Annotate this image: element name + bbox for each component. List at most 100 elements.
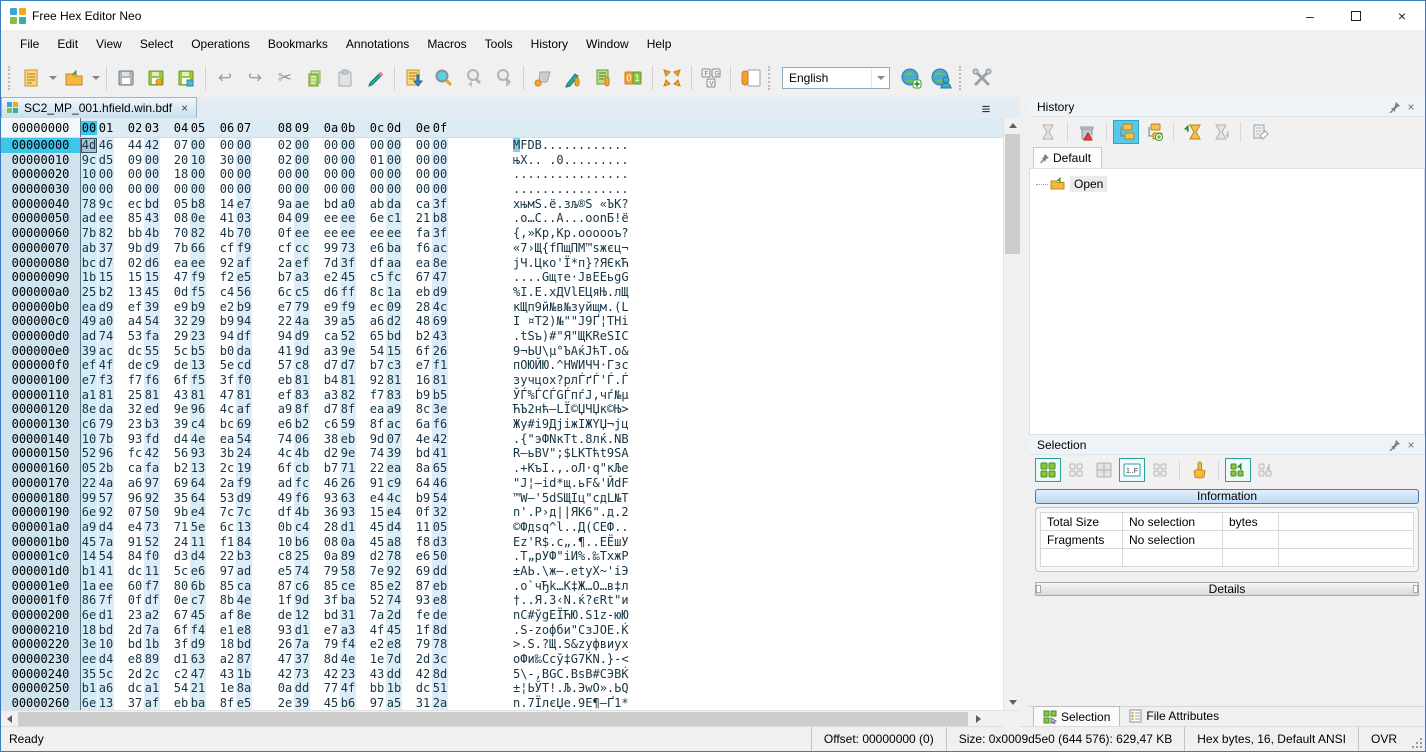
hex-byte[interactable]: 19 (236, 461, 252, 476)
status-format[interactable]: Hex bytes, 16, Default ANSI (1184, 727, 1358, 751)
hex-byte[interactable]: 81 (386, 373, 402, 388)
hex-byte[interactable]: e7 (323, 623, 339, 638)
hex-byte[interactable]: 4c (386, 490, 402, 506)
hex-byte[interactable]: 4c (219, 402, 235, 417)
hex-byte[interactable]: 8e (236, 608, 252, 623)
hex-byte[interactable]: a6 (98, 681, 114, 697)
hex-byte[interactable]: 45 (323, 696, 339, 710)
hex-byte[interactable]: 41 (98, 563, 114, 579)
hex-byte[interactable]: 4b (294, 446, 310, 462)
ascii-text[interactable]: I ¤T2)№""J9Ґ¦ТHi (513, 314, 629, 329)
hex-byte[interactable]: 78 (432, 637, 448, 653)
hex-byte[interactable]: e4 (127, 520, 143, 535)
hex-byte[interactable]: 84 (127, 549, 143, 564)
hex-byte[interactable]: 11 (190, 534, 206, 550)
hex-byte[interactable]: 1b (81, 270, 97, 285)
language-select[interactable]: English (782, 67, 890, 89)
hex-byte[interactable]: 80 (173, 579, 189, 594)
hex-byte[interactable]: 93 (127, 432, 143, 447)
hex-byte[interactable]: 6e (81, 696, 97, 710)
hex-byte[interactable]: f8 (415, 535, 431, 550)
ascii-text[interactable]: ©Фдsq^l..Д(СEФ.. (513, 520, 629, 535)
hex-byte[interactable]: 78 (386, 549, 402, 564)
hex-byte[interactable]: 10 (190, 152, 206, 168)
hex-byte[interactable]: 97 (219, 564, 235, 579)
menu-history[interactable]: History (522, 33, 577, 55)
hex-byte[interactable]: 03 (236, 211, 252, 227)
hex-byte[interactable]: 96 (98, 446, 114, 462)
hex-byte[interactable]: 77 (323, 681, 339, 696)
hex-byte[interactable]: ac (98, 343, 114, 359)
hex-byte[interactable]: 7e (369, 564, 385, 579)
hex-byte[interactable]: c3 (386, 358, 402, 373)
hex-byte[interactable]: 02 (277, 138, 293, 153)
hex-byte[interactable]: a2 (219, 652, 235, 667)
hex-byte[interactable]: e6 (415, 549, 431, 564)
hex-byte[interactable]: 4e (415, 432, 431, 447)
save-selection-button[interactable] (1225, 458, 1251, 482)
hex-byte[interactable]: d3 (173, 549, 189, 564)
hex-byte[interactable]: 53 (219, 491, 235, 506)
hex-byte[interactable]: d3 (432, 534, 448, 550)
hex-byte[interactable]: 05 (173, 197, 189, 212)
hex-byte[interactable]: f4 (190, 622, 206, 638)
scroll-left-button[interactable] (1, 711, 18, 727)
hex-byte[interactable]: 6c (219, 520, 235, 535)
combo-chevron[interactable] (871, 68, 889, 88)
hex-byte[interactable]: 2a (219, 476, 235, 491)
hex-byte[interactable]: 7a (369, 608, 385, 623)
hex-byte[interactable]: eb (173, 696, 189, 710)
hex-byte[interactable]: de (127, 358, 143, 373)
hex-byte[interactable]: 00 (432, 152, 448, 168)
hex-byte[interactable]: 42 (277, 667, 293, 682)
hex-byte[interactable]: eb (340, 431, 356, 447)
hex-byte[interactable]: 48 (415, 314, 431, 329)
hex-byte[interactable]: dd (386, 666, 402, 682)
hex-byte[interactable]: 66 (190, 240, 206, 256)
hex-byte[interactable]: 9b (173, 505, 189, 520)
hex-byte[interactable]: 00 (369, 167, 385, 182)
hex-byte[interactable]: b2 (294, 417, 310, 432)
hex-byte[interactable]: 00 (386, 152, 402, 168)
hex-byte[interactable]: a6 (127, 476, 143, 491)
hex-byte[interactable]: 6f (173, 373, 189, 388)
hex-byte[interactable]: e4 (386, 505, 402, 520)
hex-byte[interactable]: a9 (386, 402, 402, 418)
hex-byte[interactable]: 85 (219, 579, 235, 594)
hex-byte[interactable]: 85 (127, 211, 143, 226)
hex-byte[interactable]: 43 (432, 328, 448, 344)
hex-byte[interactable]: 70 (173, 226, 189, 241)
hex-byte[interactable]: b6 (294, 534, 310, 550)
hex-byte[interactable]: ef (277, 388, 293, 403)
hex-byte[interactable]: f9 (236, 240, 252, 256)
replace-button[interactable] (528, 64, 558, 92)
hex-byte[interactable]: bd (98, 622, 114, 638)
hex-byte[interactable]: b1 (81, 681, 97, 697)
ascii-text[interactable]: ЋЪ2нћ–LЇ©ЏЧЏк©Њ> (513, 402, 629, 417)
hex-byte[interactable]: 05 (432, 519, 448, 535)
hex-byte[interactable]: fa (144, 461, 160, 476)
hex-byte[interactable]: d2 (323, 446, 339, 461)
hex-byte[interactable]: 56 (173, 446, 189, 461)
hex-byte[interactable]: 4f (340, 681, 356, 697)
hex-byte[interactable]: 73 (294, 666, 310, 682)
hex-byte[interactable]: d9 (432, 284, 448, 300)
ascii-text[interactable]: ™W–'5dSЩIц"cдL№T (513, 491, 629, 506)
hex-byte[interactable]: 00 (98, 182, 114, 197)
hex-byte[interactable]: 4e (340, 652, 356, 667)
hex-byte[interactable]: 3f (323, 593, 339, 608)
hex-byte[interactable]: 00 (81, 182, 97, 197)
hex-byte[interactable]: 65 (432, 461, 448, 476)
history-undo-button[interactable] (1180, 120, 1206, 144)
ascii-text[interactable]: 9¬ЬU\µ°ЪAќЈћТ.o& (513, 344, 629, 359)
hex-byte[interactable]: c9 (144, 358, 160, 373)
hex-byte[interactable]: b7 (369, 358, 385, 373)
hex-byte[interactable]: 05 (81, 461, 97, 476)
hex-byte[interactable]: f0 (236, 373, 252, 388)
hex-byte[interactable]: 45 (81, 534, 97, 550)
hex-byte[interactable]: 45 (386, 622, 402, 638)
hex-byte[interactable]: ee (323, 226, 339, 241)
hex-byte[interactable]: 00 (98, 167, 114, 183)
hex-byte[interactable]: 3e (432, 402, 448, 418)
history-branch-tab-default[interactable]: Default (1033, 147, 1103, 168)
